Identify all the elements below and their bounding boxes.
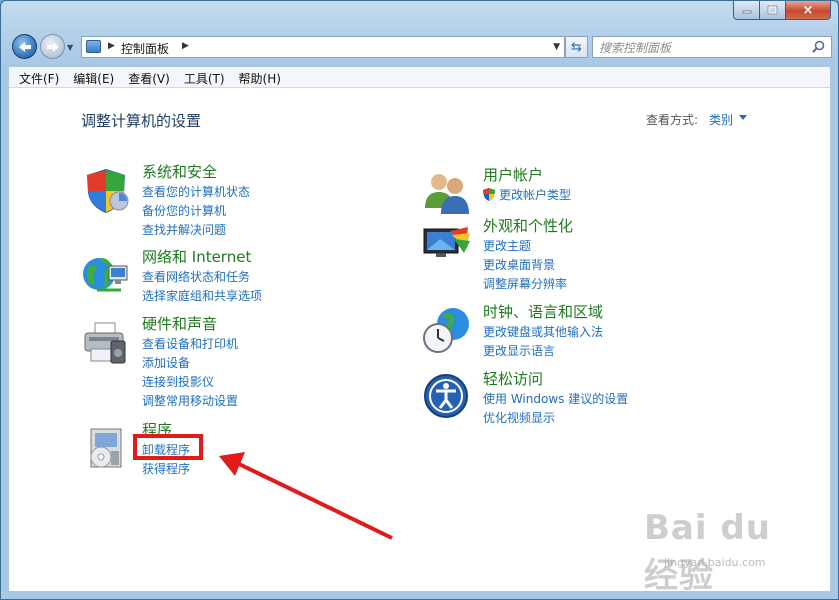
highlight-box — [133, 434, 203, 460]
category-title[interactable]: 网络和 Internet — [142, 246, 251, 267]
minimize-button[interactable] — [733, 1, 760, 20]
link-get-programs[interactable]: 获得程序 — [142, 460, 190, 479]
shield-icon — [87, 169, 129, 213]
clock-globe-icon — [423, 308, 469, 353]
menu-tools[interactable]: 工具(T) — [184, 67, 225, 87]
watermark-url: jingyan.baidu.com — [664, 556, 766, 569]
link-label: 更改帐户类型 — [499, 188, 572, 202]
content-area: 调整计算机的设置 查看方式: 类别 系统和安全 查看您的计算机状态 备份您的计算… — [9, 88, 830, 596]
watermark-brand: Bai du 经验 — [644, 508, 771, 596]
refresh-button[interactable]: ⇆ — [565, 36, 588, 58]
back-button[interactable] — [12, 34, 37, 59]
breadcrumb-control-panel[interactable]: 控制面板 — [121, 40, 169, 57]
link-homegroup-sharing[interactable]: 选择家庭组和共享选项 — [142, 287, 262, 306]
category-title[interactable]: 外观和个性化 — [483, 215, 573, 236]
link-devices-printers[interactable]: 查看设备和打印机 — [142, 335, 238, 354]
caption-buttons: × — [733, 1, 831, 20]
close-button[interactable]: × — [786, 1, 831, 20]
navigation-bar: ▼ ▶ 控制面板 ▶ ▼ ⇆ — [9, 33, 832, 61]
menu-file[interactable]: 文件(F) — [19, 67, 59, 87]
search-input[interactable] — [597, 38, 801, 58]
link-troubleshoot[interactable]: 查找并解决问题 — [142, 221, 250, 240]
page-title: 调整计算机的设置 — [81, 112, 202, 130]
menu-edit[interactable]: 编辑(E) — [73, 67, 114, 87]
back-arrow-icon — [18, 41, 31, 52]
category-title[interactable]: 硬件和声音 — [142, 313, 217, 334]
category-title[interactable]: 用户帐户 — [483, 164, 543, 185]
breadcrumb-chevron-icon[interactable]: ▶ — [182, 41, 189, 51]
link-add-device[interactable]: 添加设备 — [142, 354, 238, 373]
link-view-computer-status[interactable]: 查看您的计算机状态 — [142, 183, 250, 202]
link-backup-computer[interactable]: 备份您的计算机 — [142, 202, 250, 221]
users-icon — [425, 174, 469, 214]
appearance-icon — [423, 227, 470, 257]
programs-icon — [90, 428, 122, 468]
menu-help[interactable]: 帮助(H) — [239, 67, 281, 87]
menu-view[interactable]: 查看(V) — [128, 67, 170, 87]
close-icon: × — [802, 2, 814, 18]
network-globe-icon — [83, 258, 128, 292]
minimize-icon — [742, 10, 751, 14]
menu-bar: 文件(F) 编辑(E) 查看(V) 工具(T) 帮助(H) — [9, 67, 830, 88]
maximize-icon — [767, 5, 778, 15]
breadcrumb-chevron-icon[interactable]: ▶ — [108, 41, 115, 51]
link-change-account-type[interactable]: 更改帐户类型 — [483, 186, 571, 205]
link-network-status[interactable]: 查看网络状态和任务 — [142, 268, 262, 287]
printer-icon — [84, 322, 126, 364]
link-screen-resolution[interactable]: 调整屏幕分辨率 — [483, 275, 567, 294]
category-title[interactable]: 时钟、语言和区域 — [483, 301, 603, 322]
link-optimize-display[interactable]: 优化视频显示 — [483, 409, 628, 428]
link-desktop-background[interactable]: 更改桌面背景 — [483, 256, 567, 275]
search-icon[interactable] — [812, 40, 825, 53]
link-display-language[interactable]: 更改显示语言 — [483, 342, 603, 361]
recent-pages-dropdown[interactable]: ▼ — [67, 43, 73, 52]
maximize-button[interactable] — [760, 1, 786, 20]
control-panel-window: × ▼ ▶ 控制面板 ▶ ▼ ⇆ 文件(F) 编辑(E) 查看(V) 工具(T)… — [0, 0, 839, 600]
forward-button[interactable] — [40, 34, 65, 59]
link-mobility-settings[interactable]: 调整常用移动设置 — [142, 392, 238, 411]
address-dropdown-icon[interactable]: ▼ — [553, 42, 560, 52]
watermark: Bai du 经验 jingyan.baidu.com — [644, 508, 804, 596]
search-box — [592, 36, 832, 58]
red-arrow-icon — [219, 452, 393, 540]
uac-shield-icon — [483, 188, 495, 201]
forward-arrow-icon — [46, 41, 59, 52]
link-recommended-settings[interactable]: 使用 Windows 建议的设置 — [483, 390, 628, 409]
accessibility-icon — [424, 374, 468, 418]
refresh-icon: ⇆ — [571, 39, 582, 55]
address-bar[interactable]: ▶ 控制面板 ▶ ▼ — [81, 36, 565, 58]
link-keyboard-input[interactable]: 更改键盘或其他输入法 — [483, 323, 603, 342]
category-title[interactable]: 轻松访问 — [483, 368, 543, 389]
view-by-label: 查看方式: — [646, 113, 699, 127]
view-by-arrow-icon[interactable] — [739, 115, 747, 120]
control-panel-icon — [86, 40, 101, 53]
link-change-theme[interactable]: 更改主题 — [483, 237, 567, 256]
category-title[interactable]: 系统和安全 — [142, 161, 217, 182]
link-connect-projector[interactable]: 连接到投影仪 — [142, 373, 238, 392]
view-by-dropdown[interactable]: 类别 — [709, 111, 733, 128]
